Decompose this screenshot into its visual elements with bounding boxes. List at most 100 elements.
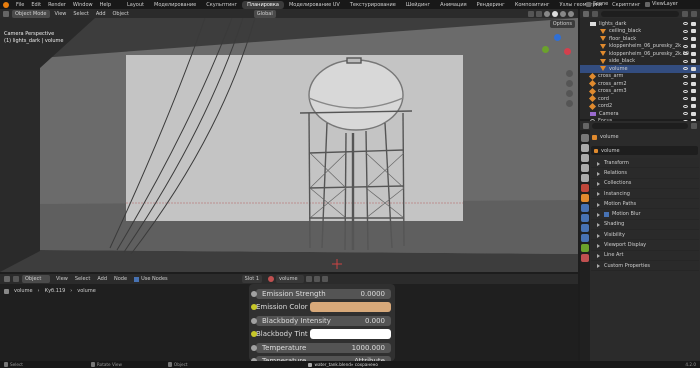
node-menu-item[interactable]: Add [97,276,107,282]
gizmo-x-icon[interactable] [564,48,571,55]
data-tab-icon[interactable] [581,244,589,252]
property-section[interactable]: Visibility [591,230,699,241]
render-camera-icon[interactable] [691,81,696,86]
outliner-item[interactable]: cross_arm3 [580,87,700,96]
scene-tab-icon[interactable] [581,174,589,182]
property-section[interactable]: Motion Paths [591,199,699,210]
render-camera-icon[interactable] [691,29,696,34]
workspace-tab[interactable]: Текстурирование [345,1,401,9]
transform-orientation[interactable]: Global [253,9,276,18]
visibility-eye-icon[interactable] [683,37,688,41]
duplicate-material-icon[interactable] [314,276,321,282]
motion-blur-checkbox[interactable] [604,211,609,217]
ortho-icon[interactable] [566,100,573,107]
outliner-type-icon[interactable] [583,10,589,17]
material-tab-icon[interactable] [581,254,589,262]
menu-item[interactable]: Window [73,2,93,8]
unlink-material-icon[interactable] [322,276,329,282]
modifier-tab-icon[interactable] [581,204,589,212]
outliner-search-field[interactable] [601,10,679,17]
node-value-field[interactable]: Emission Strength 0.0000 [256,288,391,299]
workspace-tab[interactable]: Скриптинг [607,1,645,9]
object-tab-icon[interactable] [581,194,589,202]
visibility-eye-icon[interactable] [683,104,688,108]
render-camera-icon[interactable] [691,96,696,101]
filter-icon[interactable] [682,10,688,17]
output-tab-icon[interactable] [581,154,589,162]
outliner-item[interactable]: cord2 [580,102,700,111]
visibility-eye-icon[interactable] [683,74,688,78]
material-name-field[interactable]: volume [276,275,305,283]
outliner-item[interactable]: kloppenheim_06_puresky_2k.00 [580,50,700,58]
property-section[interactable]: Custom Properties [591,260,699,272]
render-camera-icon[interactable] [691,74,696,79]
visibility-eye-icon[interactable] [683,97,688,101]
shading-solid-icon[interactable] [552,10,558,17]
workspace-tab[interactable]: Шейдинг [401,1,435,9]
object-name-field[interactable]: volume [601,148,620,154]
menu-item[interactable]: Render [48,2,66,8]
workspace-tab[interactable]: Рендеринг [472,1,510,9]
render-camera-icon[interactable] [691,66,696,71]
outliner-item[interactable]: ceiling_black [580,28,700,36]
visibility-eye-icon[interactable] [683,112,688,116]
properties-search-field[interactable] [592,122,688,129]
visibility-eye-icon[interactable] [683,59,688,63]
property-section[interactable]: Line Art [591,250,699,261]
node-menu-item[interactable]: Select [75,276,90,282]
menu-item[interactable]: Help [100,2,111,8]
render-camera-icon[interactable] [691,44,696,49]
workspace-tab[interactable]: Моделирование [149,1,201,9]
workspace-tab[interactable]: Планировка [242,0,284,9]
input-socket-icon[interactable] [251,317,257,324]
navigation-gizmo[interactable] [542,34,574,66]
color-swatch[interactable] [310,329,391,340]
view-layer-tab-icon[interactable] [581,164,589,172]
node-value-field[interactable]: Blackbody Intensity 0.000 [256,315,391,326]
node-editor-type-icon[interactable] [4,276,10,282]
property-section[interactable]: Shading [591,219,699,231]
tool-tab-icon[interactable] [581,134,589,142]
shading-render-icon[interactable] [568,10,574,17]
fake-user-icon[interactable] [306,276,313,282]
visibility-eye-icon[interactable] [683,82,688,86]
camera-view-icon[interactable] [566,90,573,97]
shading-material-icon[interactable] [560,10,566,17]
pan-icon[interactable] [566,80,573,87]
shader-type-icon[interactable] [13,276,19,282]
outliner-item[interactable]: cross_arm [580,72,700,81]
new-collection-icon[interactable] [691,10,697,17]
node-object-select[interactable]: Object [22,275,50,283]
render-camera-icon[interactable] [691,51,696,56]
viewport-menu-item[interactable]: Add [96,11,106,17]
node-value-field[interactable]: Temperature 1000.000 [256,342,391,353]
render-camera-icon[interactable] [691,36,696,41]
render-camera-icon[interactable] [691,21,696,26]
node-menu-item[interactable]: Node [114,276,127,282]
visibility-eye-icon[interactable] [683,89,688,93]
gizmo-z-icon[interactable] [554,34,561,41]
properties-type-icon[interactable] [583,122,589,129]
particles-tab-icon[interactable] [581,214,589,222]
property-section[interactable]: Transform [591,158,699,169]
outliner-item[interactable]: side_black [580,58,700,66]
viewport-3d[interactable]: Camera Perspective (1) lights_dark | vol… [0,18,578,272]
principled-volume-node[interactable]: Emission Strength 0.0000 Emission Color Bla… [249,284,395,361]
gizmo-y-icon[interactable] [542,46,549,53]
render-camera-icon[interactable] [691,59,696,64]
outliner-item[interactable]: volume [580,65,700,73]
display-mode-icon[interactable] [592,10,598,17]
zoom-icon[interactable] [566,70,573,77]
shading-wire-icon[interactable] [544,10,550,17]
outliner-item[interactable]: kloppenheim_06_puresky_2k [580,43,700,51]
slot-select[interactable]: Slot 1 [241,275,263,283]
node-menu-item[interactable]: View [56,276,68,282]
visibility-eye-icon[interactable] [683,29,688,33]
visibility-eye-icon[interactable] [683,22,688,26]
property-section[interactable]: Collections [591,178,699,189]
property-section[interactable]: Viewport Display [591,240,699,251]
color-swatch[interactable] [310,302,391,313]
workspace-tab[interactable]: Анимация [435,1,471,9]
render-camera-icon[interactable] [691,89,696,94]
workspace-tab[interactable]: Скульптинг [201,1,242,9]
